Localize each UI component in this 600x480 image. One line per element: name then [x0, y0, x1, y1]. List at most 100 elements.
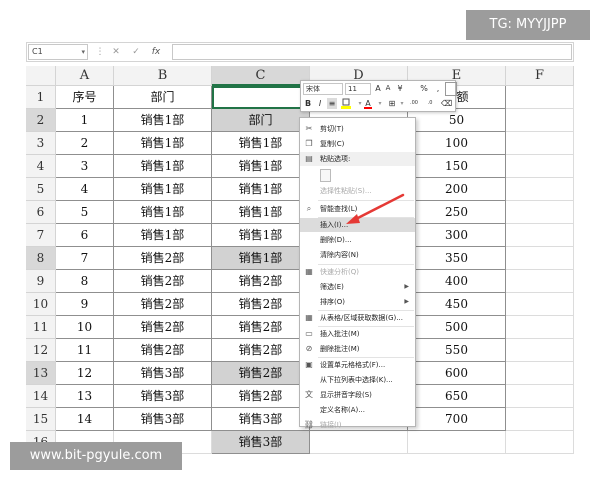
- row-header-10[interactable]: 10: [26, 293, 56, 316]
- row-header-2[interactable]: 2: [26, 109, 56, 132]
- currency-format-button[interactable]: ¥: [395, 83, 405, 94]
- menu-item-copy[interactable]: ❐ 复制(C): [300, 137, 415, 151]
- cell-e8[interactable]: 350: [408, 247, 506, 270]
- cell-f5[interactable]: [506, 178, 574, 201]
- row-header-15[interactable]: 15: [26, 408, 56, 431]
- borders-dropdown[interactable]: ▾: [397, 98, 407, 109]
- cell-e7[interactable]: 300: [408, 224, 506, 247]
- menu-item-pick-from-list[interactable]: 从下拉列表中选择(K)...: [300, 373, 415, 387]
- cell-a5[interactable]: 4: [56, 178, 114, 201]
- row-header-1[interactable]: 1: [26, 86, 56, 109]
- grow-font-button[interactable]: A: [373, 83, 383, 94]
- cell-c15[interactable]: 销售3部: [212, 408, 310, 431]
- cell-a1[interactable]: 序号: [56, 86, 114, 109]
- cell-a2[interactable]: 1: [56, 109, 114, 132]
- cell-a6[interactable]: 5: [56, 201, 114, 224]
- cell-a13[interactable]: 12: [56, 362, 114, 385]
- cell-c14[interactable]: 销售2部: [212, 385, 310, 408]
- menu-item-format-cells[interactable]: ▣ 设置单元格格式(F)...: [300, 358, 415, 372]
- cell-f8[interactable]: [506, 247, 574, 270]
- cell-f7[interactable]: [506, 224, 574, 247]
- cell-c7[interactable]: 销售1部: [212, 224, 310, 247]
- cell-f2[interactable]: [506, 109, 574, 132]
- row-header-11[interactable]: 11: [26, 316, 56, 339]
- decrease-decimal-button[interactable]: .0: [423, 98, 437, 109]
- menu-item-get-data-from-table[interactable]: ▦ 从表格/区域获取数据(G)...: [300, 311, 415, 325]
- menu-item-insert-comment[interactable]: ▭ 插入批注(M): [300, 327, 415, 341]
- row-header-13[interactable]: 13: [26, 362, 56, 385]
- cell-f12[interactable]: [506, 339, 574, 362]
- row-header-3[interactable]: 3: [26, 132, 56, 155]
- cell-e5[interactable]: 200: [408, 178, 506, 201]
- cell-a15[interactable]: 14: [56, 408, 114, 431]
- menu-item-clear-contents[interactable]: 清除内容(N): [300, 248, 415, 262]
- row-header-8[interactable]: 8: [26, 247, 56, 270]
- cell-f4[interactable]: [506, 155, 574, 178]
- menu-item-delete-comment[interactable]: ⊘ 删除批注(M): [300, 342, 415, 356]
- cell-e6[interactable]: 250: [408, 201, 506, 224]
- cell-b11[interactable]: 销售2部: [114, 316, 212, 339]
- column-header-a[interactable]: A: [56, 66, 114, 86]
- column-header-b[interactable]: B: [114, 66, 212, 86]
- italic-button[interactable]: I: [315, 98, 325, 109]
- cell-b5[interactable]: 销售1部: [114, 178, 212, 201]
- cell-c9[interactable]: 销售2部: [212, 270, 310, 293]
- row-header-5[interactable]: 5: [26, 178, 56, 201]
- shrink-font-button[interactable]: A: [383, 83, 393, 94]
- cell-e11[interactable]: 500: [408, 316, 506, 339]
- cancel-icon[interactable]: ✕: [110, 44, 122, 60]
- eraser-icon[interactable]: ⌫: [441, 98, 452, 109]
- cell-b6[interactable]: 销售1部: [114, 201, 212, 224]
- cell-a11[interactable]: 10: [56, 316, 114, 339]
- cell-c4[interactable]: 销售1部: [212, 155, 310, 178]
- cell-f16[interactable]: [506, 431, 574, 454]
- cell-e3[interactable]: 100: [408, 132, 506, 155]
- align-center-button[interactable]: ≡: [327, 98, 337, 109]
- comma-style-button[interactable]: ,: [433, 83, 443, 94]
- cell-c13[interactable]: 销售2部: [212, 362, 310, 385]
- cell-b3[interactable]: 销售1部: [114, 132, 212, 155]
- borders-button[interactable]: ⊞: [387, 98, 397, 109]
- cell-c6[interactable]: 销售1部: [212, 201, 310, 224]
- menu-item-delete[interactable]: 删除(D)...: [300, 233, 415, 247]
- cell-e12[interactable]: 550: [408, 339, 506, 362]
- menu-item-define-name[interactable]: 定义名称(A)...: [300, 403, 415, 417]
- cell-a7[interactable]: 6: [56, 224, 114, 247]
- percent-format-button[interactable]: %: [419, 83, 429, 94]
- cell-b14[interactable]: 销售3部: [114, 385, 212, 408]
- cell-e10[interactable]: 450: [408, 293, 506, 316]
- cell-a12[interactable]: 11: [56, 339, 114, 362]
- cell-f6[interactable]: [506, 201, 574, 224]
- cell-b13[interactable]: 销售3部: [114, 362, 212, 385]
- formula-input[interactable]: [172, 44, 572, 60]
- chevron-down-icon[interactable]: ▾: [81, 45, 85, 59]
- row-header-4[interactable]: 4: [26, 155, 56, 178]
- menu-item-cut[interactable]: ✂ 剪切(T): [300, 122, 415, 136]
- cell-e15[interactable]: 700: [408, 408, 506, 431]
- font-name-select[interactable]: 宋体: [303, 83, 343, 95]
- cell-c3[interactable]: 销售1部: [212, 132, 310, 155]
- cell-a8[interactable]: 7: [56, 247, 114, 270]
- paste-icon[interactable]: [320, 169, 331, 182]
- menu-item-filter[interactable]: 筛选(E) ▶: [300, 280, 415, 294]
- row-header-7[interactable]: 7: [26, 224, 56, 247]
- cell-b1[interactable]: 部门: [114, 86, 212, 109]
- font-size-select[interactable]: 11: [345, 83, 371, 95]
- cell-c5[interactable]: 销售1部: [212, 178, 310, 201]
- font-color-button[interactable]: A: [363, 98, 373, 109]
- cell-c16[interactable]: 销售3部: [212, 431, 310, 454]
- cell-b10[interactable]: 销售2部: [114, 293, 212, 316]
- cell-b9[interactable]: 销售2部: [114, 270, 212, 293]
- cell-c2[interactable]: 部门: [212, 109, 310, 132]
- cell-c1[interactable]: [212, 86, 310, 109]
- cell-e16[interactable]: [408, 431, 506, 454]
- cell-c10[interactable]: 销售2部: [212, 293, 310, 316]
- cell-b8[interactable]: 销售2部: [114, 247, 212, 270]
- cell-f3[interactable]: [506, 132, 574, 155]
- cell-e4[interactable]: 150: [408, 155, 506, 178]
- cell-f14[interactable]: [506, 385, 574, 408]
- cell-a10[interactable]: 9: [56, 293, 114, 316]
- cell-e14[interactable]: 650: [408, 385, 506, 408]
- cell-d16[interactable]: [310, 431, 408, 454]
- cell-e9[interactable]: 400: [408, 270, 506, 293]
